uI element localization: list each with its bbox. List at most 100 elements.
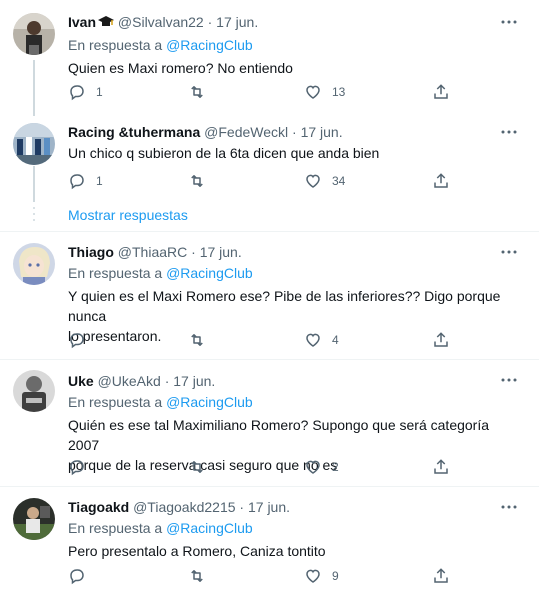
reply-button[interactable] [68, 566, 96, 586]
display-name[interactable]: Tiagoakd [68, 499, 129, 515]
divider [0, 359, 539, 360]
tweet-date[interactable]: 17 jun. [248, 499, 290, 515]
like-button[interactable]: 9 [304, 566, 339, 586]
thread-dots [33, 207, 35, 225]
retweet-icon [191, 86, 203, 98]
tweet-text: Un chico q subieron de la 6ta dicen que … [68, 145, 380, 161]
tweet-date[interactable]: 17 jun. [301, 124, 343, 140]
user-handle[interactable]: @UkeAkd [98, 373, 161, 389]
reply-count: 1 [96, 174, 103, 188]
retweet-button[interactable] [188, 82, 216, 102]
display-name[interactable]: Ivan [68, 14, 96, 30]
reply-prefix: En respuesta a [68, 394, 163, 410]
reply-icon [70, 460, 84, 476]
separator-dot: · [191, 244, 196, 260]
like-button[interactable]: 4 [304, 330, 339, 350]
share-icon [434, 173, 448, 188]
like-count: 4 [332, 333, 339, 347]
reply-context: En respuesta a @RacingClub [68, 264, 519, 282]
reply-icon [70, 174, 84, 190]
reply-mention-link[interactable]: @RacingClub [166, 520, 253, 536]
separator-dot: · [292, 124, 297, 140]
display-name[interactable]: Thiago [68, 244, 114, 260]
more-icon[interactable] [499, 123, 519, 141]
retweet-icon [191, 175, 203, 187]
divider [0, 486, 539, 487]
separator-dot: · [164, 373, 170, 389]
like-count: 9 [332, 569, 339, 583]
tweet-header: Ivan @Silvalvan22 · 17 jun. [68, 13, 519, 33]
tweet-actions: 1 13 [68, 82, 468, 102]
share-button[interactable] [432, 330, 450, 350]
thread-line [33, 60, 35, 116]
share-icon [434, 332, 448, 347]
separator-dot: · [239, 499, 245, 515]
share-icon [434, 84, 448, 99]
avatar[interactable] [13, 370, 55, 412]
retweet-icon [191, 570, 203, 582]
reply-button[interactable] [68, 457, 96, 477]
avatar[interactable] [13, 243, 55, 285]
avatar[interactable] [13, 13, 55, 55]
heart-icon [306, 333, 320, 347]
like-button[interactable]: 34 [304, 171, 345, 191]
reply-prefix: En respuesta a [68, 37, 163, 53]
heart-icon [306, 174, 320, 188]
share-button[interactable] [432, 457, 450, 477]
display-name[interactable]: Uke [68, 373, 94, 389]
show-replies-link[interactable]: Mostrar respuestas [68, 207, 188, 223]
avatar[interactable] [13, 498, 55, 540]
reply-button[interactable]: 1 [68, 171, 103, 191]
retweet-button[interactable] [188, 330, 216, 350]
retweet-icon [191, 461, 203, 473]
display-name[interactable]: Racing &tuhermana [68, 124, 200, 140]
reply-button[interactable]: 1 [68, 82, 103, 102]
reply-icon [70, 569, 84, 585]
more-icon[interactable] [499, 371, 519, 389]
retweet-button[interactable] [188, 566, 216, 586]
tweet-date[interactable]: 17 jun. [216, 14, 258, 30]
share-icon [434, 568, 448, 583]
more-icon[interactable] [499, 243, 519, 261]
reply-mention-link[interactable]: @RacingClub [166, 394, 253, 410]
heart-icon [306, 569, 320, 583]
user-handle[interactable]: @Silvalvan22 [118, 14, 204, 30]
tweet-header: Thiago @ThiaaRC · 17 jun. [68, 243, 519, 261]
avatar[interactable] [13, 123, 55, 165]
heart-icon [306, 85, 320, 99]
share-icon [434, 459, 448, 474]
retweet-button[interactable] [188, 171, 216, 191]
reply-context: En respuesta a @RacingClub [68, 36, 519, 54]
tweet-text-line: Y quien es el Maxi Romero ese? Pibe de l… [68, 288, 501, 324]
tweet-text: Pero presentalo a Romero, Caniza tontito [68, 543, 326, 559]
reply-count: 1 [96, 85, 103, 99]
retweet-icon [191, 334, 203, 346]
like-button[interactable]: 2 [304, 457, 339, 477]
graduation-cap-icon [98, 15, 115, 33]
tweet-text-line: Quién es ese tal Maximiliano Romero? Sup… [68, 417, 490, 453]
reply-mention-link[interactable]: @RacingClub [166, 265, 253, 281]
user-handle[interactable]: @ThiaaRC [118, 244, 187, 260]
share-button[interactable] [432, 82, 450, 102]
user-handle[interactable]: @FedeWeckl [204, 124, 288, 140]
like-count: 34 [332, 174, 346, 188]
reply-context: En respuesta a @RacingClub [68, 519, 519, 537]
share-button[interactable] [432, 171, 450, 191]
tweet-header: Uke @UkeAkd · 17 jun. [68, 372, 519, 390]
share-button[interactable] [432, 566, 450, 586]
reply-icon [70, 85, 84, 101]
tweet-actions: 4 [68, 330, 468, 350]
more-icon[interactable] [499, 498, 519, 516]
like-button[interactable]: 13 [304, 82, 345, 102]
reply-context: En respuesta a @RacingClub [68, 393, 519, 411]
tweet-header: Racing &tuhermana @FedeWeckl · 17 jun. [68, 123, 519, 141]
separator-dot: · [207, 14, 213, 30]
reply-mention-link[interactable]: @RacingClub [166, 37, 253, 53]
retweet-button[interactable] [188, 457, 216, 477]
tweet-date[interactable]: 17 jun. [173, 373, 215, 389]
more-icon[interactable] [499, 13, 519, 31]
user-handle[interactable]: @Tiagoakd2215 [133, 499, 235, 515]
reply-button[interactable] [68, 330, 96, 350]
tweet-date[interactable]: 17 jun. [200, 244, 242, 260]
tweet-text: Quien es Maxi romero? No entiendo [68, 60, 293, 76]
